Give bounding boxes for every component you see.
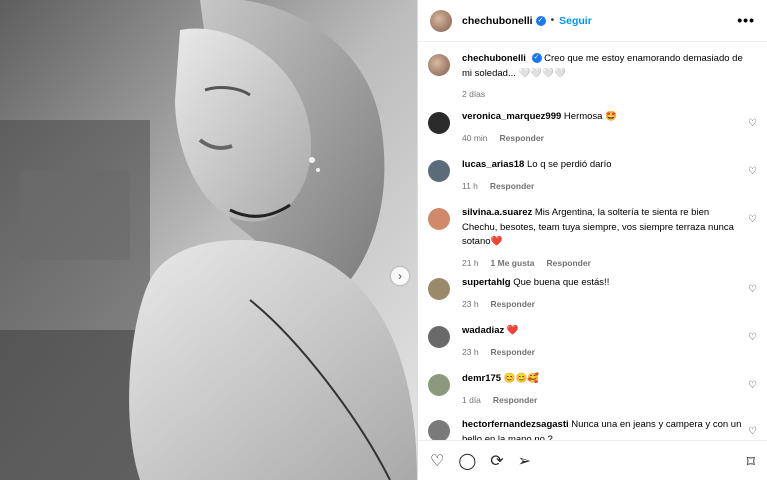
- caption-row: chechubonelli ✓ Creo que me estoy enamor…: [428, 52, 757, 102]
- comment-time: 11 h: [462, 180, 478, 191]
- reply-button[interactable]: Responder: [546, 258, 590, 268]
- comment-time: 23 h: [462, 346, 479, 357]
- comment-text: 😊😊🥰: [503, 373, 540, 384]
- commenter-avatar[interactable]: [428, 420, 450, 440]
- comments-list: chechubonelli ✓ Creo que me estoy enamor…: [418, 42, 767, 440]
- comment-username[interactable]: lucas_arias18: [462, 159, 524, 170]
- comment-likes[interactable]: 1 Me gusta: [491, 258, 535, 268]
- send-icon[interactable]: ➢: [518, 451, 531, 471]
- like-comment-heart-icon[interactable]: ♡: [748, 118, 757, 129]
- separator-dot: •: [550, 15, 555, 26]
- comment-row: hectorfernandezsagasti Nunca una en jean…: [428, 418, 757, 440]
- comment-username[interactable]: silvina.a.suarez: [462, 207, 532, 218]
- comment-username[interactable]: wadadiaz: [462, 325, 504, 336]
- photo-illustration: [0, 0, 417, 480]
- caption-username[interactable]: chechubonelli: [462, 53, 526, 64]
- comment-row: demr175 😊😊🥰 1 día Responder ♡: [428, 372, 757, 407]
- post-actions-bar: ♡ ◯ ⟳ ➢ ⌑: [418, 440, 767, 480]
- author-username[interactable]: chechubonelli: [462, 15, 533, 27]
- caption-time: 2 días: [462, 89, 486, 99]
- like-comment-heart-icon[interactable]: ♡: [748, 380, 757, 391]
- comment-time: 21 h: [462, 257, 479, 268]
- comment-row: veronica_marquez999 Hermosa 🤩 40 min Resp…: [428, 110, 757, 145]
- comment-row: wadadiaz ❤️ 23 h Responder ♡: [428, 324, 757, 359]
- comment-row: silvina.a.suarez Mis Argentina, la solte…: [428, 206, 757, 270]
- carousel-next-button[interactable]: ›: [391, 267, 409, 285]
- like-comment-heart-icon[interactable]: ♡: [748, 332, 757, 343]
- like-comment-heart-icon[interactable]: ♡: [748, 214, 757, 225]
- comment-username[interactable]: demr175: [462, 373, 501, 384]
- comment-row: lucas_arias18 Lo q se perdió darío 11 h R…: [428, 158, 757, 193]
- repost-icon[interactable]: ⟳: [490, 451, 503, 471]
- comment-text: Que buena que estás!!: [513, 277, 610, 288]
- post-photo[interactable]: ›: [0, 0, 417, 480]
- reply-button[interactable]: Responder: [493, 395, 537, 405]
- commenter-avatar[interactable]: [428, 278, 450, 300]
- follow-button[interactable]: Seguir: [559, 15, 592, 27]
- author-avatar[interactable]: [428, 54, 450, 76]
- reply-button[interactable]: Responder: [490, 181, 534, 191]
- heart-icon[interactable]: ♡: [430, 451, 444, 471]
- comment-username[interactable]: hectorfernandezsagasti: [462, 419, 569, 430]
- post-side-panel: chechubonelli ✓ • Seguir ••• chechubonel…: [417, 0, 767, 480]
- comment-time: 1 día: [462, 394, 481, 405]
- comment-username[interactable]: supertahlg: [462, 277, 511, 288]
- verified-icon: ✓: [531, 53, 542, 64]
- like-comment-heart-icon[interactable]: ♡: [748, 426, 757, 437]
- comment-text: ❤️: [506, 325, 519, 336]
- commenter-avatar[interactable]: [428, 160, 450, 182]
- reply-button[interactable]: Responder: [491, 347, 535, 357]
- bookmark-icon[interactable]: ⌑: [747, 452, 755, 472]
- comment-time: 40 min: [462, 132, 488, 143]
- comment-icon[interactable]: ◯: [458, 451, 476, 471]
- verified-icon: ✓: [535, 15, 546, 26]
- commenter-avatar[interactable]: [428, 374, 450, 396]
- commenter-avatar[interactable]: [428, 208, 450, 230]
- author-avatar[interactable]: [430, 9, 452, 32]
- more-options-icon[interactable]: •••: [737, 12, 755, 28]
- comment-text: Lo q se perdió darío: [526, 159, 612, 170]
- post-header: chechubonelli ✓ • Seguir •••: [418, 0, 767, 42]
- reply-button[interactable]: Responder: [500, 133, 544, 143]
- comment-time: 23 h: [462, 298, 479, 309]
- reply-button[interactable]: Responder: [491, 299, 535, 309]
- comment-username[interactable]: veronica_marquez999: [462, 111, 561, 122]
- comment-text: Hermosa 🤩: [563, 111, 617, 122]
- commenter-avatar[interactable]: [428, 112, 450, 134]
- commenter-avatar[interactable]: [428, 326, 450, 348]
- comment-row: supertahlg Que buena que estás!! 23 h Res…: [428, 276, 757, 311]
- like-comment-heart-icon[interactable]: ♡: [748, 166, 757, 177]
- like-comment-heart-icon[interactable]: ♡: [748, 284, 757, 295]
